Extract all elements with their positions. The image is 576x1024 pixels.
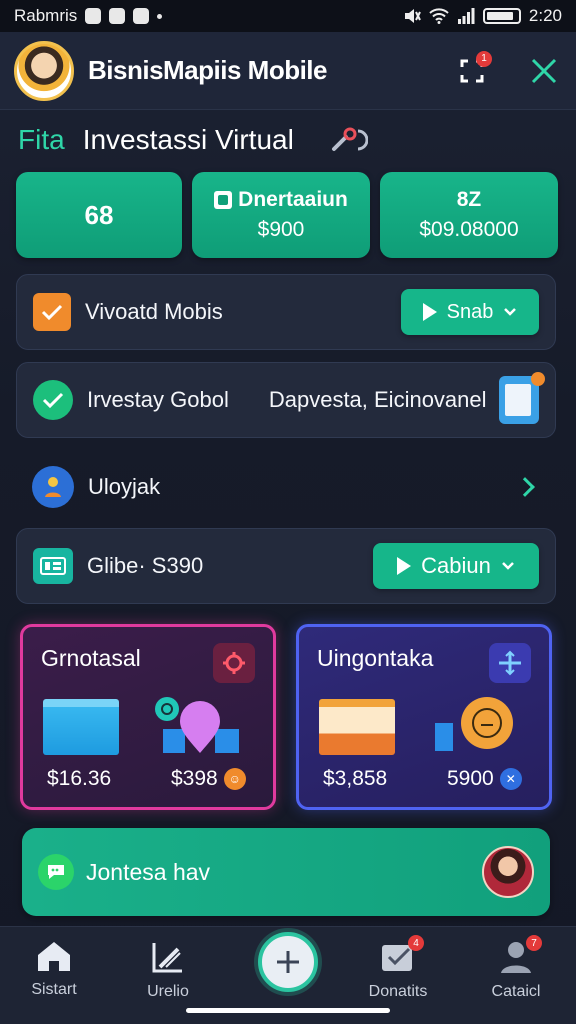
nav-badge: 7	[526, 935, 542, 951]
calculator-icon	[33, 548, 73, 584]
user-avatar[interactable]	[482, 846, 534, 898]
chevron-right-icon[interactable]	[515, 477, 535, 497]
row-label: Uloyjak	[88, 474, 161, 499]
section-tag: Fita	[18, 124, 65, 155]
row-secondary-label: Dapvesta, Eicinovanel	[268, 387, 487, 412]
card-amount-primary: $3,858	[323, 767, 388, 790]
close-icon	[531, 58, 557, 83]
row-label: Irvestay Gobol	[87, 387, 229, 412]
sun-illustration	[435, 697, 513, 751]
document-icon[interactable]	[499, 372, 545, 424]
app-bar: BisnisMapiis Mobile 1	[0, 32, 576, 110]
check-circle-icon	[33, 380, 73, 420]
promo-banner[interactable]: Jontesa hav	[22, 828, 550, 916]
nav-label: Cataicl	[491, 983, 541, 1000]
notification-badge: 1	[476, 50, 492, 67]
play-icon	[422, 303, 437, 321]
stat-value: $09.08000	[419, 218, 519, 241]
user-icon	[32, 466, 74, 508]
list-row-gobol[interactable]: Irvestay Gobol Dapvesta, Eicinovanel	[16, 362, 556, 438]
notification-app-icon	[85, 8, 102, 24]
card-title: Grnotasal	[41, 645, 141, 671]
card-amount-secondary: $398 ☺	[171, 767, 246, 791]
home-icon	[38, 942, 70, 971]
close-button[interactable]	[526, 53, 562, 89]
status-carrier: Rabmris	[14, 6, 78, 25]
amount-value: 5900	[447, 767, 494, 790]
nav-label: Donatits	[368, 983, 428, 1000]
move-icon[interactable]	[489, 643, 531, 683]
nav-badge: 4	[408, 935, 424, 951]
chart-illustration	[319, 699, 395, 755]
bug-icon[interactable]	[213, 643, 255, 683]
coin-icon: ✕	[499, 768, 522, 790]
chat-icon	[38, 854, 74, 890]
stat-card-1[interactable]: 68	[16, 172, 182, 258]
section-title: Investassi Virtual	[82, 124, 294, 155]
card-amount-secondary: 5900 ✕	[447, 767, 522, 791]
promo-text: Jontesa hav	[86, 858, 211, 885]
stat-value: 68	[84, 199, 114, 230]
stat-card-3[interactable]: 8Z $09.08000	[380, 172, 558, 258]
stat-label: Dnertaaiun	[238, 188, 348, 211]
wallet-icon	[214, 191, 233, 209]
home-indicator[interactable]	[186, 1008, 390, 1013]
checkbox-icon[interactable]	[33, 293, 71, 331]
status-time: 2:20	[528, 6, 562, 25]
card-grnotasal[interactable]: Grnotasal $16.36 $398 ☺	[20, 624, 276, 810]
nav-label: Sistart	[31, 981, 77, 998]
card-title: Uingontaka	[317, 645, 434, 671]
play-icon	[397, 557, 412, 575]
button-label: Cabiun	[421, 553, 491, 578]
row-label: Vivoatd Mobis	[85, 299, 223, 324]
snab-button[interactable]: Snab	[401, 289, 539, 335]
list-row-glibe[interactable]: Glibe· S390 Cabiun	[16, 528, 556, 604]
cabiun-button[interactable]: Cabiun	[373, 543, 539, 589]
location-illustration	[155, 697, 239, 753]
wifi-icon	[429, 8, 449, 24]
card-uingontaka[interactable]: Uingontaka $3,858 5900 ✕	[296, 624, 552, 810]
whatsapp-icon	[133, 8, 150, 24]
edit-icon	[152, 943, 182, 973]
stat-value: $900	[257, 218, 305, 241]
status-bar: Rabmris 2:20	[0, 0, 576, 32]
coin-icon: ☺	[223, 768, 246, 790]
chevron-down-icon	[504, 308, 517, 316]
list-row-mobis[interactable]: Vivoatd Mobis Snab	[16, 274, 556, 350]
nav-edit[interactable]: Urelio	[118, 939, 218, 1001]
nav-contacts[interactable]: 7 Cataicl	[466, 935, 566, 1001]
stat-label: 8Z	[456, 188, 482, 211]
nav-donations[interactable]: 4 Donatits	[348, 935, 448, 1001]
stat-card-2[interactable]: Dnertaaiun $900	[192, 172, 370, 258]
nav-home[interactable]: Sistart	[4, 939, 104, 999]
browser-illustration	[43, 699, 119, 755]
section-header: Fita Investassi Virtual	[18, 118, 368, 162]
app-title: BisnisMapiis Mobile	[88, 55, 328, 85]
mute-icon	[404, 9, 421, 23]
button-label: Snab	[446, 300, 494, 323]
dot-icon	[157, 13, 163, 19]
message-app-icon	[109, 8, 126, 24]
signal-icon	[457, 8, 475, 24]
profile-avatar[interactable]	[14, 40, 74, 101]
stats-row: 68 Dnertaaiun $900 8Z $09.08000	[16, 172, 558, 258]
list-row-uloyjak[interactable]: Uloyjak	[16, 452, 556, 522]
plus-icon	[277, 951, 299, 973]
chevron-down-icon	[501, 562, 514, 570]
card-amount-primary: $16.36	[47, 767, 112, 790]
notifications-button[interactable]: 1	[454, 50, 492, 89]
tools-icon[interactable]	[328, 125, 368, 155]
row-label: Glibe· S390	[87, 553, 204, 578]
nav-label: Urelio	[147, 983, 189, 1000]
add-button[interactable]	[258, 932, 318, 992]
battery-icon	[482, 8, 521, 24]
amount-value: $398	[171, 767, 218, 790]
